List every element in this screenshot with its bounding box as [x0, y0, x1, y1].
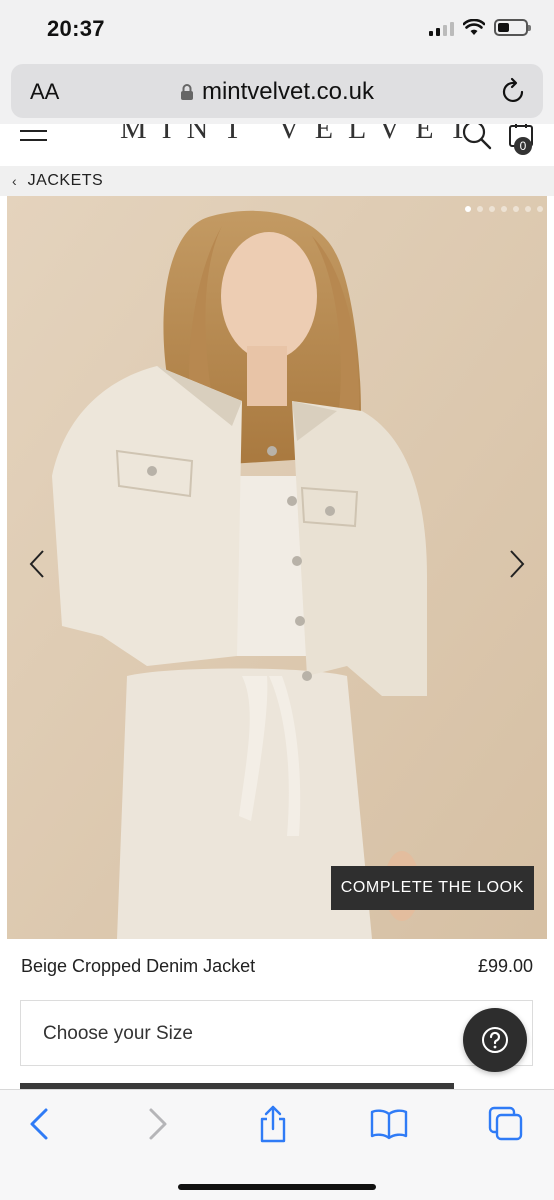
product-price: £99.00 [477, 956, 533, 976]
next-image-arrow[interactable] [509, 549, 525, 579]
battery-icon [494, 19, 531, 36]
wifi-icon [463, 19, 485, 35]
signal-icon [429, 20, 454, 36]
complete-the-look-button[interactable]: COMPLETE THE LOOK [330, 866, 534, 910]
product-name: Beige Cropped Denim Jacket [21, 956, 256, 976]
share-icon[interactable] [257, 1104, 289, 1144]
status-icons [429, 19, 531, 36]
product-image-gallery[interactable]: COMPLETE THE LOOK [7, 196, 547, 939]
breadcrumb[interactable]: ‹ JACKETS [0, 166, 554, 196]
lock-icon [180, 84, 193, 100]
size-select[interactable]: Choose your Size [20, 1000, 533, 1066]
back-icon[interactable] [28, 1106, 50, 1142]
size-select-label: Choose your Size [43, 1023, 193, 1044]
url-text: mintvelvet.co.uk [201, 78, 375, 105]
previous-image-arrow[interactable] [29, 549, 45, 579]
home-indicator [178, 1184, 376, 1190]
gallery-dot[interactable] [477, 206, 483, 212]
gallery-dot[interactable] [501, 206, 507, 212]
product-photo [7, 196, 547, 939]
menu-icon[interactable] [20, 130, 47, 148]
browser-toolbar [0, 1089, 554, 1200]
url-bar[interactable]: AA mintvelvet.co.uk [11, 64, 543, 118]
bag-count-badge: 0 [514, 137, 532, 155]
tabs-icon[interactable] [488, 1106, 524, 1142]
gallery-dot[interactable] [489, 206, 495, 212]
reload-icon[interactable] [501, 77, 527, 105]
gallery-dot[interactable] [525, 206, 531, 212]
gallery-dot[interactable] [465, 206, 471, 212]
gallery-dot[interactable] [537, 206, 543, 212]
site-logo[interactable]: MINT VELVET [120, 124, 482, 146]
status-bar: 20:37 [0, 0, 554, 60]
site-header: MINT VELVET 0 [0, 124, 554, 166]
gallery-dot[interactable] [513, 206, 519, 212]
search-icon[interactable] [462, 124, 492, 150]
help-button[interactable] [463, 1008, 527, 1072]
forward-icon[interactable] [147, 1106, 169, 1142]
question-mark-icon [482, 1027, 508, 1053]
url-display[interactable]: mintvelvet.co.uk [11, 78, 543, 106]
status-time: 20:37 [47, 16, 105, 41]
bookmarks-icon[interactable] [370, 1108, 408, 1140]
breadcrumb-label: JACKETS [27, 172, 104, 189]
chevron-left-icon: ‹ [12, 173, 17, 189]
gallery-pagination[interactable] [465, 206, 543, 212]
browser-address-area: AA mintvelvet.co.uk [0, 60, 554, 124]
